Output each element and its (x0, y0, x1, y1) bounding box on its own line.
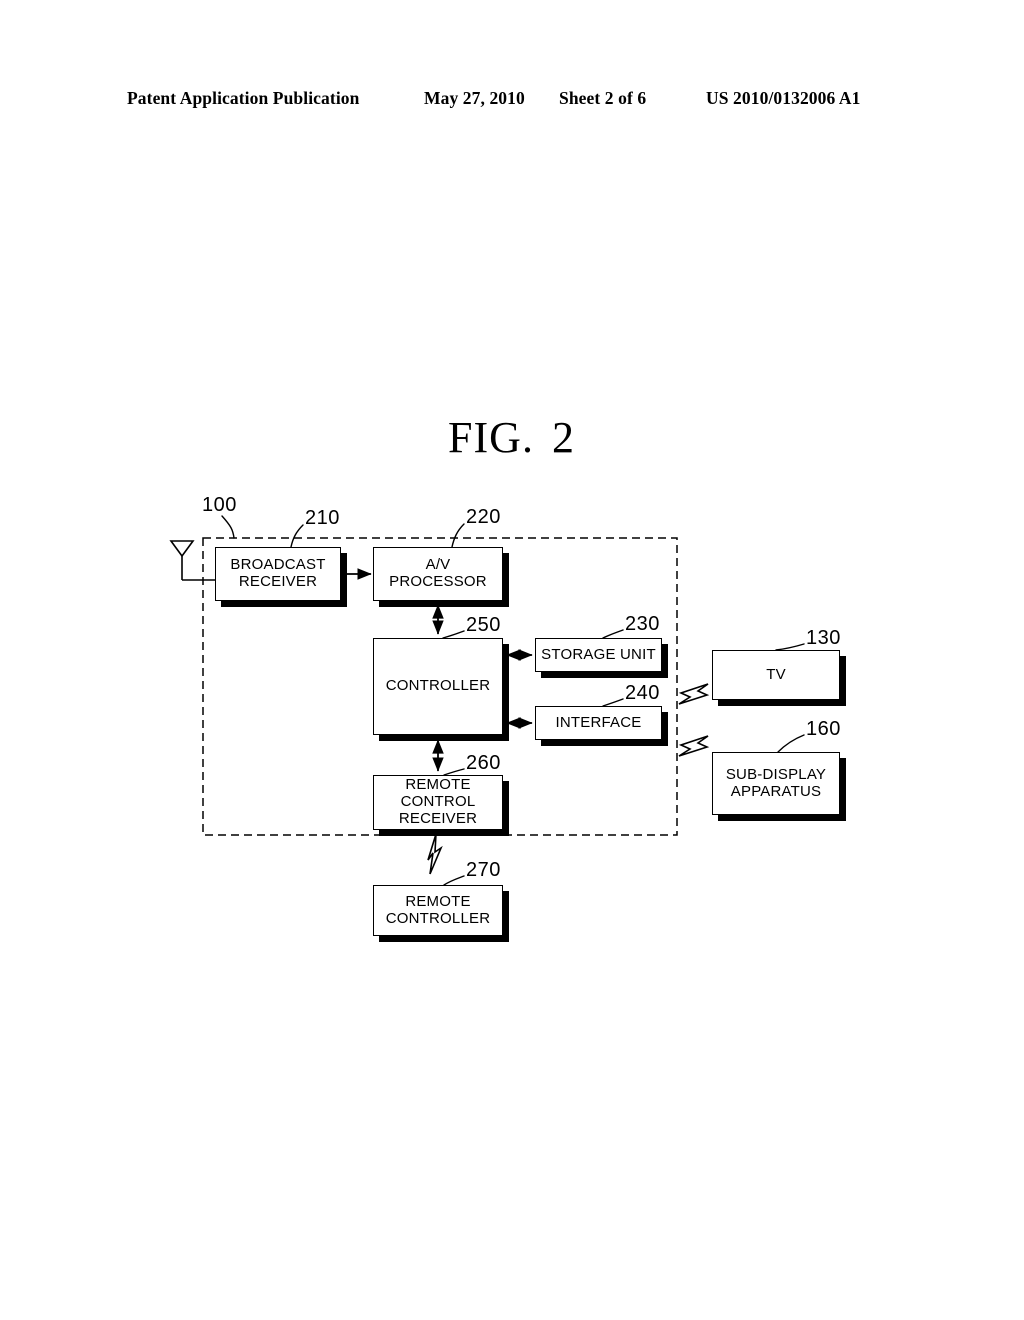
block-storage-unit: STORAGE UNIT (535, 638, 662, 672)
reference-numeral-130: 130 (806, 627, 841, 649)
reference-numeral-250: 250 (466, 614, 501, 636)
leader-220 (451, 523, 465, 548)
block-diagram (0, 0, 1024, 1320)
block-label-line: STORAGE UNIT (541, 645, 656, 663)
block-label-line: A/V (425, 556, 451, 574)
reference-numeral-160: 160 (806, 718, 841, 740)
leader-240 (602, 698, 624, 707)
block-label-line: BROADCAST (230, 556, 326, 574)
block-tv: TV (712, 650, 840, 700)
block-label-line: APPARATUS (730, 782, 822, 800)
block-label-line: REMOTE (405, 776, 471, 794)
block-broadcast-receiver: BROADCAST RECEIVER (215, 547, 341, 601)
lightning-bolt-icon-remote (427, 833, 443, 875)
block-label-line: PROCESSOR (389, 573, 487, 590)
block-remote-controller: REMOTE CONTROLLER (373, 885, 503, 936)
reference-numeral-100: 100 (202, 494, 237, 516)
leader-270 (443, 875, 465, 886)
lightning-bolt-icon-tv (678, 683, 710, 705)
antenna-icon (169, 540, 215, 581)
block-sub-display-apparatus: SUB-DISPLAY APPARATUS (712, 752, 840, 815)
block-remote-control-receiver: REMOTE CONTROL RECEIVER (373, 775, 503, 830)
block-label-line: SUB-DISPLAY (725, 765, 827, 783)
leader-250 (442, 630, 465, 639)
leader-210 (290, 524, 304, 548)
leader-230 (602, 629, 624, 639)
block-av-processor: A/V PROCESSOR (373, 547, 503, 601)
reference-numeral-240: 240 (625, 682, 660, 704)
block-label-line: REMOTE (405, 892, 471, 910)
lightning-bolt-icon-subdisplay (678, 735, 710, 757)
block-label-line: CONTROL (400, 793, 476, 811)
reference-numeral-270: 270 (466, 859, 501, 881)
block-label-line: CONTROLLER (385, 909, 491, 927)
block-label-line: CONTROLLER (385, 677, 491, 695)
block-controller: CONTROLLER (373, 638, 503, 735)
block-interface: INTERFACE (535, 706, 662, 740)
reference-numeral-210: 210 (305, 507, 340, 529)
block-label-line: RECEIVER (398, 809, 478, 827)
reference-numeral-230: 230 (625, 613, 660, 635)
leader-100 (221, 515, 235, 539)
reference-numeral-220: 220 (466, 506, 501, 528)
block-label-line: INTERFACE (555, 713, 642, 731)
block-label-line: TV (766, 665, 786, 683)
reference-numeral-260: 260 (466, 752, 501, 774)
leader-160 (777, 734, 805, 753)
block-label-line: RECEIVER (238, 573, 318, 590)
